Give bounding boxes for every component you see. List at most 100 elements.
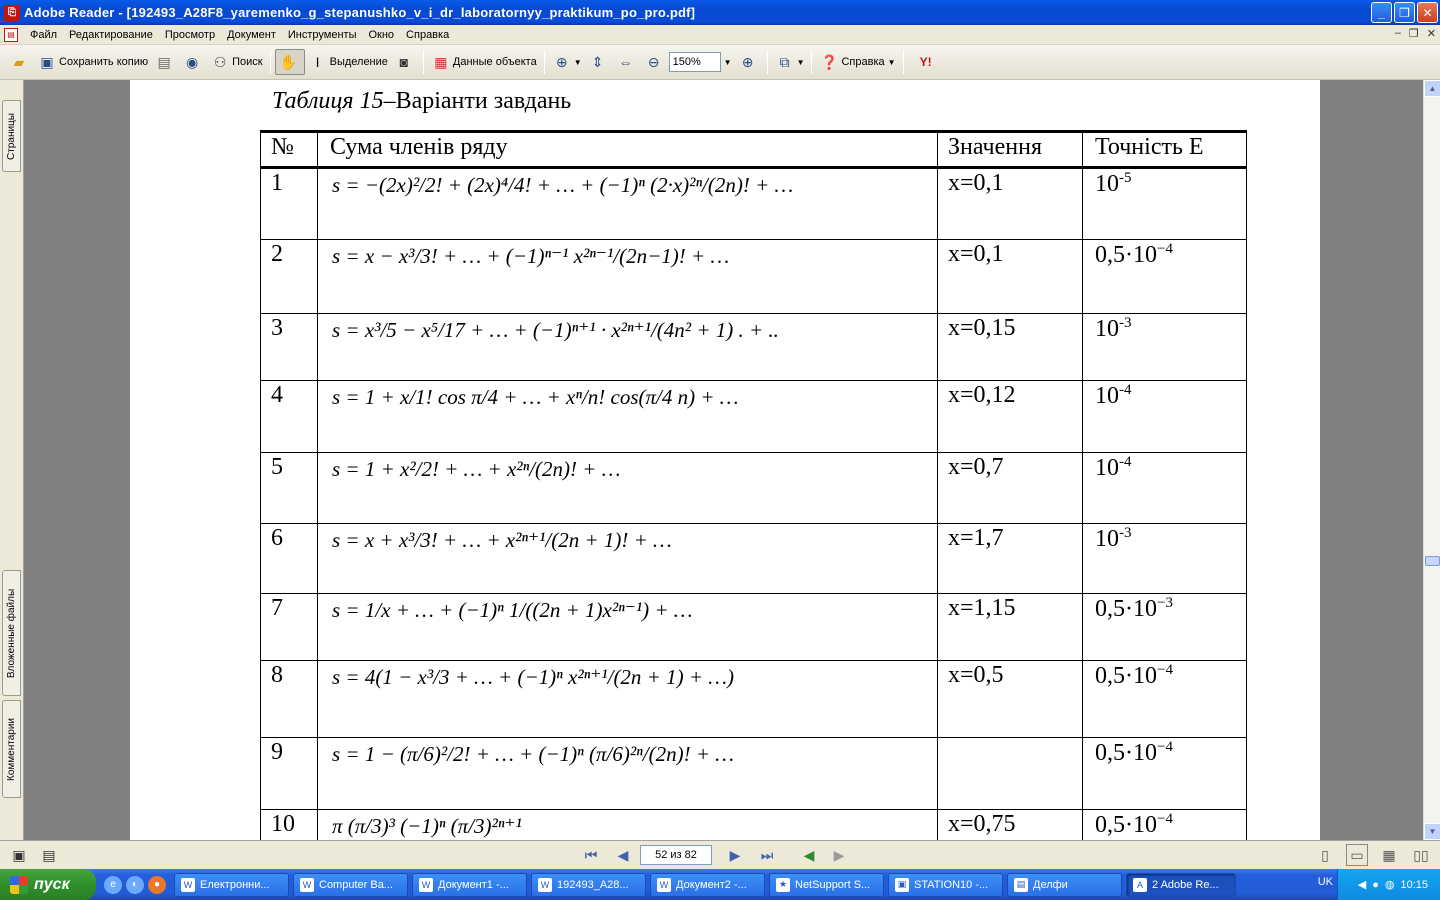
continuous-facing-icon[interactable]: ▦ [1378,844,1400,866]
single-page-icon[interactable]: ▯ [1314,844,1336,866]
task-app-icon: W [181,877,195,892]
table-row: 8 s = 4(1 − x³/3 + … + (−1)ⁿ x²ⁿ⁺¹/(2n + … [260,660,1247,738]
start-button[interactable]: пуск [0,869,96,900]
plus-circle-icon: ⊕ [741,53,754,70]
open-button[interactable]: ▰ [6,49,34,75]
print-button[interactable]: ▤ [151,49,179,75]
first-page-button[interactable]: ⏮ [580,844,602,866]
accuracy-exponent: -4 [1119,454,1132,470]
show-desktop-icon[interactable]: ◐ [126,875,144,894]
fit-width-button[interactable]: ⇔ [613,49,641,75]
zoom-out-button[interactable]: ⊖ [641,49,669,75]
menu-file[interactable]: Файл [24,29,63,41]
task-label: Документ1 -... [438,878,509,891]
select-tool-button[interactable]: I Выделение [305,49,391,75]
taskbar-task-button[interactable]: ★ NetSupport S... [769,872,884,897]
yahoo-button[interactable]: Y! [908,49,946,75]
search-button[interactable]: ⚇ Поиск [207,49,265,75]
close-button[interactable]: ✕ [1417,2,1438,23]
menu-document[interactable]: Документ [221,29,282,41]
menu-window[interactable]: Окно [362,29,400,41]
comments-tab[interactable]: Комментарии [2,700,21,798]
zoom-dropdown[interactable]: ▼ [721,49,735,75]
internet-explorer-icon[interactable]: e [104,875,122,894]
task-app-icon: W [538,877,552,892]
zoom-level-input[interactable]: 150% [668,52,721,72]
network-tray-icon[interactable]: ◍ [1385,878,1395,891]
email-button[interactable]: ◉ [179,49,207,75]
hand-tool-button[interactable]: ✋ [274,49,305,75]
taskbar-task-button[interactable]: W Електронни... [174,872,289,897]
attachments-tab-label: Вложенные файлы [6,588,18,678]
snapshot-button[interactable]: ◙ [391,49,419,75]
firefox-icon[interactable]: ● [148,875,166,894]
formula-text: s = x³/5 − x⁵/17 + … + (−1)ⁿ⁺¹ · x²ⁿ⁺¹/(… [332,318,779,342]
fit-height-button[interactable]: ⇕ [585,49,613,75]
page-layout-icon[interactable]: ▣ [8,844,30,866]
chevron-down-icon: ▼ [573,57,582,67]
next-view-button[interactable]: ▶ [828,844,850,866]
table-caption: Таблиця 15–Варіанти завдань [272,88,571,115]
table-row: 2 s = x − x³/3! + … + (−1)ⁿ⁻¹ x²ⁿ⁻¹/(2n−1… [260,239,1247,314]
scroll-thumb[interactable] [1425,556,1440,566]
navigation-pane: Страницы Вложенные файлы Комментарии [0,80,24,840]
maximize-button[interactable]: ❐ [1394,2,1415,23]
menu-view[interactable]: Просмотр [159,29,221,41]
taskbar-task-button[interactable]: W Документ1 -... [412,872,527,897]
comments-tab-label: Комментарии [6,717,18,781]
minimize-button[interactable]: _ [1371,2,1392,23]
next-page-button[interactable]: ▶ [724,844,746,866]
scroll-up-arrow-icon[interactable]: ▲ [1424,80,1440,97]
toolbar-separator [902,50,904,74]
menu-help[interactable]: Справка [400,29,455,41]
magnifier-icon: ⊕ [555,53,568,70]
tray-arrow-icon[interactable]: ◀ [1358,878,1366,891]
taskbar-task-button[interactable]: ▣ STATION10 -... [888,872,1003,897]
page-number-input[interactable]: 52 из 82 [640,845,712,865]
facing-pages-icon[interactable]: ▯▯ [1410,844,1432,866]
taskbar-task-button[interactable]: W 192493_A28... [531,872,646,897]
pdf-document-icon[interactable]: ▤ [4,27,18,42]
previous-page-button[interactable]: ◀ [612,844,634,866]
formula-text: s = 1 + x/1! cos π/4 + … + xⁿ/n! cos(π/4… [332,385,739,409]
accuracy-exponent: −4 [1157,739,1173,755]
accuracy-exponent: -5 [1119,170,1132,186]
document-view[interactable]: Таблиця 15–Варіанти завдань № Сума члені… [25,80,1423,840]
zoom-in-button[interactable]: ⊕ [735,49,763,75]
doc-close-icon[interactable]: ✕ [1427,27,1436,40]
document-info-icon[interactable]: ▤ [38,844,60,866]
help-button[interactable]: ❓ Справка ▼ [816,49,898,75]
menu-tools[interactable]: Инструменты [282,29,363,41]
taskbar-task-button[interactable]: A 2 Adobe Re... [1126,872,1236,897]
zoom-in-tool-button[interactable]: ⊕ ▼ [549,49,585,75]
object-data-icon: ▦ [434,53,448,70]
menu-edit[interactable]: Редактирование [63,29,159,41]
continuous-page-icon[interactable]: ▭ [1346,844,1368,866]
text-cursor-icon: I [315,54,320,70]
firefox-tray-icon[interactable]: ● [1372,879,1379,891]
attachments-tab[interactable]: Вложенные файлы [2,570,21,696]
pages-tab[interactable]: Страницы [2,100,21,172]
language-indicator[interactable]: UK [1318,876,1333,888]
last-page-button[interactable]: ⏭ [756,844,778,866]
taskbar-task-button[interactable]: ▤ Делфи [1007,872,1122,897]
select-label: Выделение [329,56,388,68]
rotate-button[interactable]: ⧉ ▼ [772,49,808,75]
task-label: 192493_A28... [557,878,629,891]
taskbar-task-button[interactable]: W Документ2 -... [650,872,765,897]
accuracy-exponent: -3 [1119,315,1132,331]
taskbar-task-button[interactable]: W Computer Ba... [293,872,408,897]
doc-minimize-icon[interactable]: – [1395,27,1401,40]
accuracy-exponent: -3 [1119,525,1132,541]
system-tray: ◀ ● ◍ 10:15 [1337,869,1440,900]
row-number: 2 [260,239,318,314]
zoom-level-value: 150% [672,56,701,68]
doc-restore-icon[interactable]: ❐ [1409,27,1419,40]
object-data-button[interactable]: ▦ Данные объекта [428,49,540,75]
page-indicator: 52 из 82 [655,849,697,861]
previous-view-button[interactable]: ◀ [798,844,820,866]
vertical-scrollbar[interactable]: ▲ ▼ [1423,80,1440,840]
scroll-down-arrow-icon[interactable]: ▼ [1424,823,1440,840]
save-copy-button[interactable]: ▣ Сохранить копию [34,49,151,75]
hand-icon: ✋ [279,53,298,70]
